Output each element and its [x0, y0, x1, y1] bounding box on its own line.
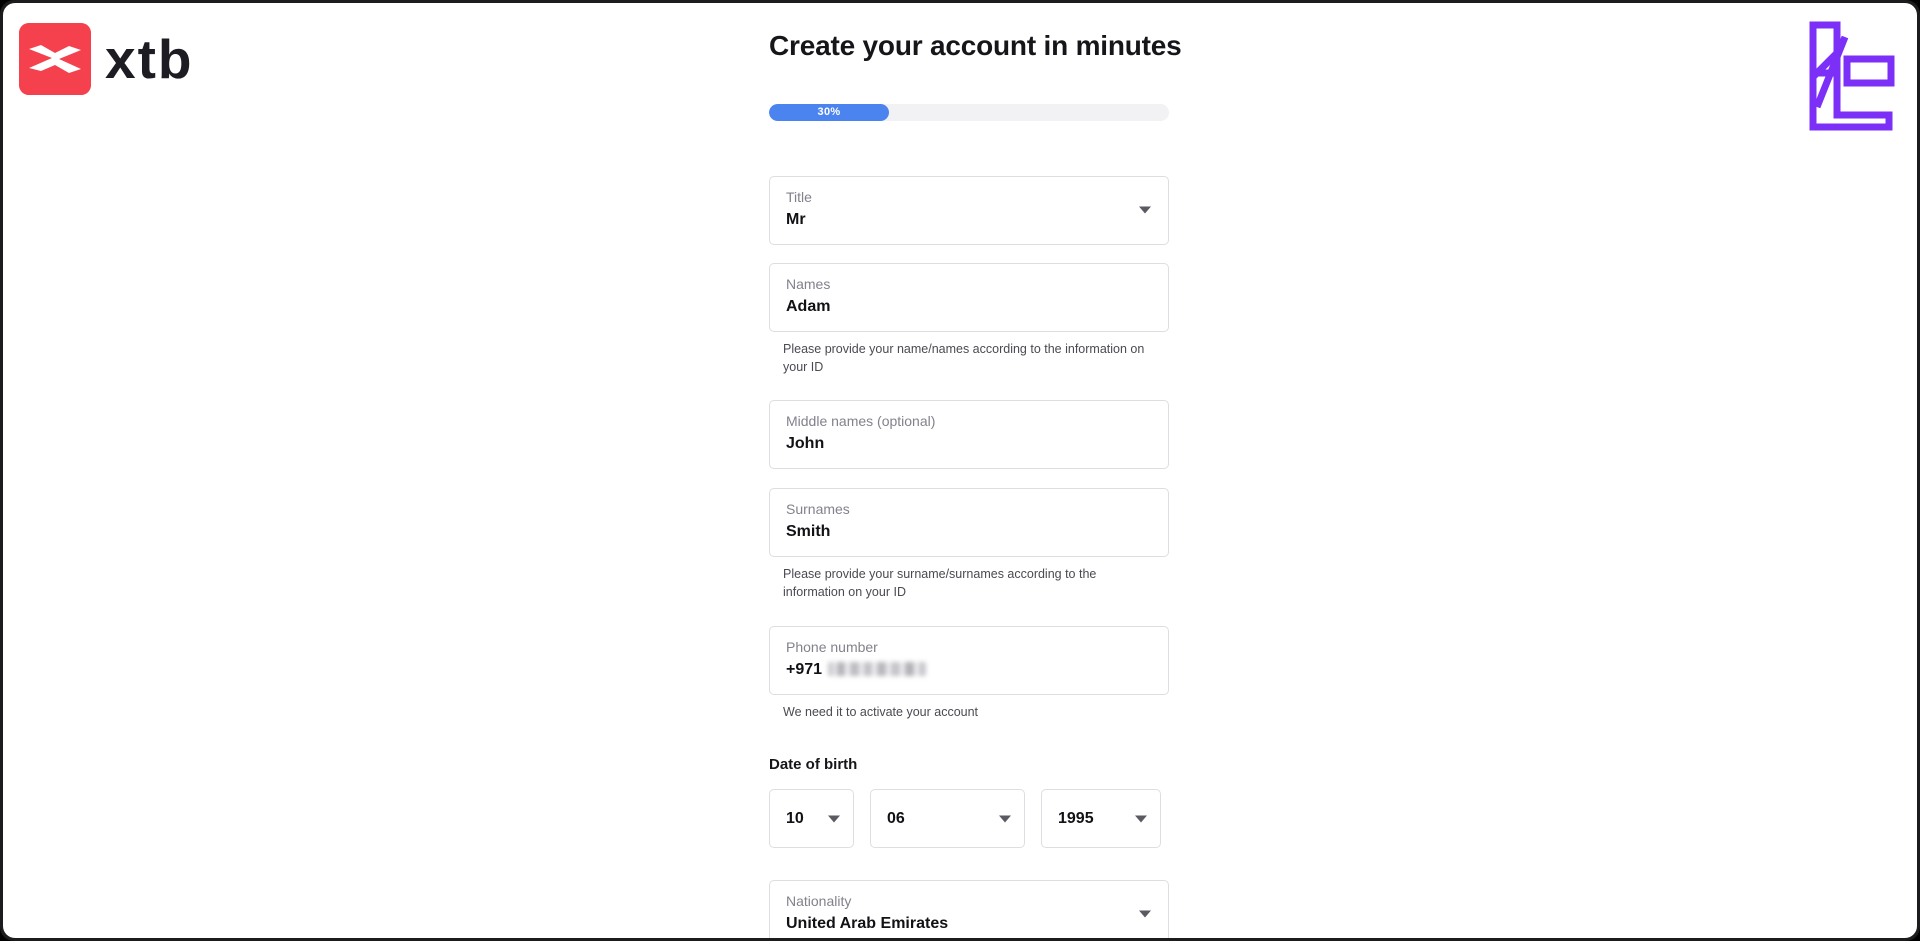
purple-monogram-logo-icon — [1803, 11, 1899, 133]
progress-bar-fill: 30% — [769, 104, 889, 121]
dob-day-value: 10 — [786, 809, 804, 827]
names-label: Names — [786, 276, 831, 292]
xtb-brand-logo[interactable]: xtb — [19, 23, 194, 95]
phone-country-code: +971 — [786, 660, 823, 678]
title-value: Mr — [786, 210, 806, 228]
names-helper-text: Please provide your name/names according… — [783, 342, 1145, 375]
chevron-down-icon[interactable] — [1139, 206, 1151, 214]
title-label: Title — [786, 189, 812, 205]
browser-window-frame: xtb Create your account in minutes 30% T — [0, 0, 1920, 941]
signup-progress-bar: 30% — [769, 104, 1169, 121]
chevron-down-icon[interactable] — [1139, 910, 1151, 918]
middle-names-input[interactable]: Middle names (optional) John — [769, 400, 1169, 469]
dob-year-value: 1995 — [1058, 809, 1094, 827]
dob-month-select[interactable]: 06 — [870, 789, 1025, 848]
phone-number-input[interactable]: Phone number +971 — [769, 626, 1169, 695]
dob-year-select[interactable]: 1995 — [1041, 789, 1161, 848]
phone-number-helper-text: We need it to activate your account — [783, 705, 979, 719]
title-select[interactable]: Title Mr — [769, 176, 1169, 245]
nationality-value: United Arab Emirates — [786, 914, 949, 932]
surnames-label: Surnames — [786, 501, 850, 517]
surnames-helper-text: Please provide your surname/surnames acc… — [783, 567, 1097, 600]
surnames-input[interactable]: Surnames Smith — [769, 488, 1169, 557]
xtb-arrow-mark-icon — [19, 23, 91, 95]
nationality-select[interactable]: Nationality United Arab Emirates — [769, 880, 1169, 938]
progress-percent-label: 30% — [817, 106, 841, 118]
redacted-phone-digits — [828, 662, 927, 677]
middle-names-value: John — [786, 434, 825, 452]
phone-number-value-row: +971 — [786, 660, 1152, 681]
page-title: Create your account in minutes — [769, 30, 1182, 61]
surnames-value: Smith — [786, 522, 831, 540]
nationality-label: Nationality — [786, 893, 852, 909]
date-of-birth-row: 10 06 1995 — [769, 789, 1161, 848]
chevron-down-icon[interactable] — [999, 815, 1011, 822]
date-of-birth-heading: Date of birth — [769, 756, 858, 773]
names-value: Adam — [786, 297, 831, 315]
xtb-wordmark: xtb — [105, 27, 194, 90]
chevron-down-icon[interactable] — [1135, 815, 1147, 822]
chevron-down-icon[interactable] — [828, 815, 840, 822]
phone-number-label: Phone number — [786, 639, 878, 655]
names-input[interactable]: Names Adam — [769, 263, 1169, 332]
middle-names-label: Middle names (optional) — [786, 413, 936, 429]
page-surface: xtb Create your account in minutes 30% T — [3, 3, 1917, 938]
dob-day-select[interactable]: 10 — [769, 789, 854, 848]
dob-month-value: 06 — [887, 809, 905, 827]
